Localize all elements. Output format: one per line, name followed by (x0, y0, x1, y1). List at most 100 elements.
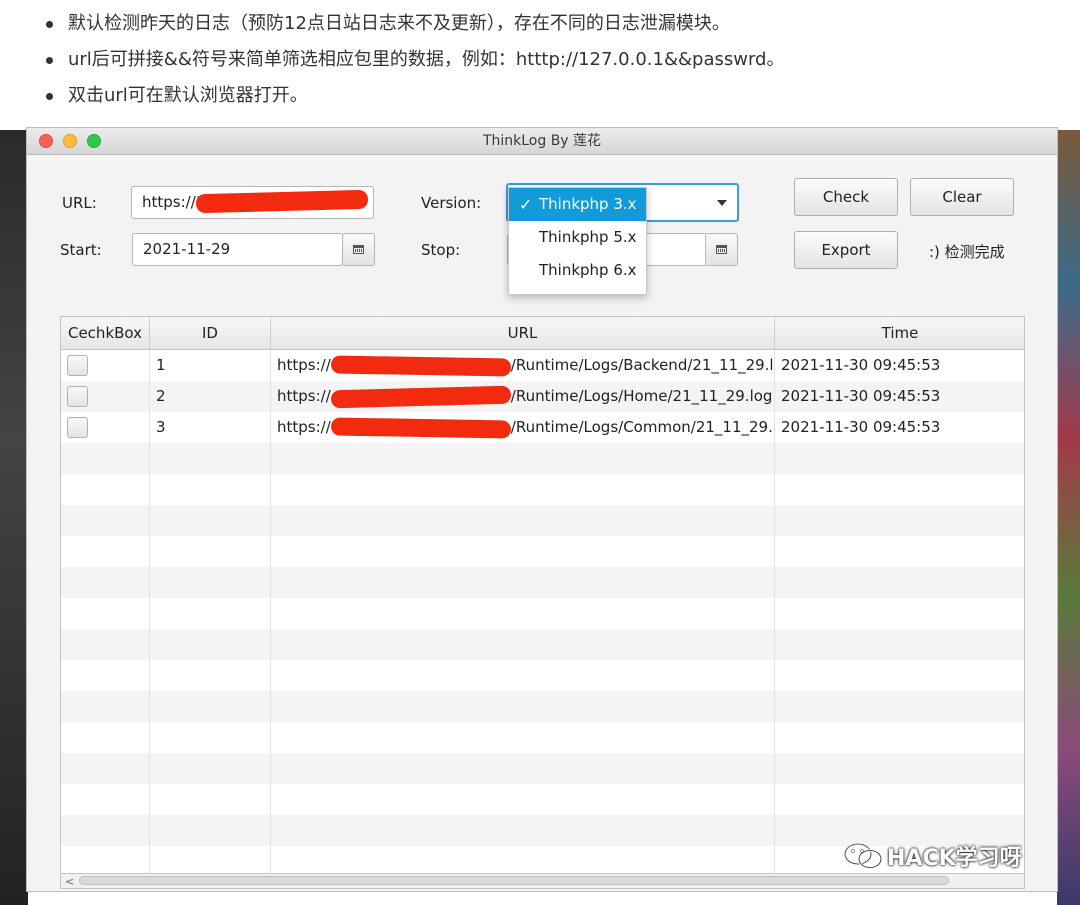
url-label: URL: (62, 194, 97, 212)
row-checkbox[interactable] (67, 386, 88, 407)
id-cell (150, 753, 271, 784)
time-cell: 2021-11-30 09:45:53 (775, 381, 1024, 412)
table-body: 1 https:// /Runtime/Logs/Backend/21_11_29.… (61, 350, 1024, 873)
time-cell (775, 722, 1024, 753)
url-cell (271, 753, 775, 784)
row-id: 1 (156, 356, 166, 374)
id-cell (150, 629, 271, 660)
row-url-prefix: https:// (277, 356, 331, 374)
row-checkbox[interactable] (67, 355, 88, 376)
check-button[interactable]: Check (794, 178, 898, 216)
horizontal-scrollbar[interactable]: < (60, 874, 1025, 889)
url-cell[interactable]: https:// /Runtime/Logs/Common/21_11_29.lo… (271, 412, 775, 443)
row-url-suffix: /Runtime/Logs/Backend/21_11_29.log (510, 356, 775, 374)
time-cell (775, 784, 1024, 815)
bullet-text: 默认检测昨天的日志（预防12点日站日志来不及更新），存在不同的日志泄漏模块。 (68, 13, 730, 34)
table-row[interactable]: 2 https:// /Runtime/Logs/Home/21_11_29.log… (61, 381, 1024, 412)
row-checkbox[interactable] (67, 417, 88, 438)
id-cell (150, 815, 271, 846)
scrollbar-thumb[interactable] (79, 876, 949, 885)
table-header: CechkBox ID URL Time (61, 317, 1024, 350)
id-cell (150, 567, 271, 598)
id-cell (150, 474, 271, 505)
column-header-checkbox[interactable]: CechkBox (61, 317, 150, 349)
row-id: 2 (156, 387, 166, 405)
id-cell (150, 598, 271, 629)
row-url-suffix: /Runtime/Logs/Home/21_11_29.log (510, 387, 773, 405)
id-cell (150, 722, 271, 753)
id-cell (150, 784, 271, 815)
table-row-empty (61, 660, 1024, 691)
time-cell (775, 598, 1024, 629)
version-option-label: Thinkphp 5.x (539, 228, 637, 246)
calendar-icon (353, 245, 364, 254)
start-date-input[interactable]: 2021-11-29 (132, 233, 343, 266)
checkbox-cell (61, 784, 150, 815)
row-url-suffix: /Runtime/Logs/Common/21_11_29.log (510, 418, 775, 436)
export-button[interactable]: Export (794, 231, 898, 269)
table-row-empty (61, 598, 1024, 629)
time-cell (775, 567, 1024, 598)
url-cell[interactable]: https:// /Runtime/Logs/Backend/21_11_29.l… (271, 350, 775, 381)
time-cell: 2021-11-30 09:45:53 (775, 350, 1024, 381)
table-row-empty (61, 536, 1024, 567)
url-cell (271, 691, 775, 722)
table-row-empty (61, 474, 1024, 505)
version-option[interactable]: Thinkphp 5.x (509, 221, 646, 254)
checkmark-icon: ✓ (519, 195, 533, 214)
url-cell (271, 629, 775, 660)
version-option[interactable]: ✓ Thinkphp 3.x (509, 188, 646, 221)
time-cell (775, 474, 1024, 505)
table-row-empty (61, 722, 1024, 753)
url-redaction (330, 416, 511, 439)
window-title: ThinkLog By 莲花 (482, 133, 602, 149)
desktop-edge-right (1057, 130, 1080, 905)
checkbox-cell (61, 660, 150, 691)
table-row-empty (61, 567, 1024, 598)
table-row[interactable]: 1 https:// /Runtime/Logs/Backend/21_11_29.… (61, 350, 1024, 381)
stop-label: Stop: (421, 241, 461, 259)
status-text: :) 检测完成 (929, 243, 1005, 261)
time-cell (775, 691, 1024, 722)
row-url-prefix: https:// (277, 387, 331, 405)
url-cell (271, 505, 775, 536)
url-cell (271, 784, 775, 815)
column-header-url[interactable]: URL (271, 317, 775, 349)
app-window: ThinkLog By 莲花 URL: https://16 Start: 20… (26, 127, 1058, 892)
url-cell (271, 815, 775, 846)
version-option-label: Thinkphp 3.x (539, 195, 637, 213)
scroll-left-arrow-icon[interactable]: < (65, 875, 74, 888)
calendar-icon (716, 245, 727, 254)
version-option[interactable]: Thinkphp 6.x (509, 254, 646, 287)
article-bullet: url后可拼接&&符号来简单筛选相应包里的数据，例如：htttp://127.0… (40, 42, 784, 78)
column-header-id[interactable]: ID (150, 317, 271, 349)
clear-button[interactable]: Clear (910, 178, 1014, 216)
results-table: CechkBox ID URL Time 1 https:// /Runtime/L… (60, 316, 1025, 874)
id-cell (150, 691, 271, 722)
url-cell[interactable]: https:// /Runtime/Logs/Home/21_11_29.log (271, 381, 775, 412)
checkbox-cell (61, 629, 150, 660)
row-id: 3 (156, 418, 166, 436)
table-row[interactable]: 3 https:// /Runtime/Logs/Common/21_11_29.l… (61, 412, 1024, 443)
table-row-empty (61, 505, 1024, 536)
time-cell (775, 536, 1024, 567)
checkbox-cell (61, 846, 150, 873)
checkbox-cell (61, 691, 150, 722)
table-row-empty (61, 691, 1024, 722)
bullet-dot-icon (46, 21, 53, 28)
start-date-picker-button[interactable] (342, 233, 375, 266)
checkbox-cell (61, 567, 150, 598)
version-label: Version: (421, 194, 482, 212)
watermark: HACK学习呀 (843, 840, 1022, 872)
stop-date-picker-button[interactable] (705, 233, 738, 266)
checkbox-cell (61, 815, 150, 846)
checkbox-cell (61, 722, 150, 753)
title-bar[interactable]: ThinkLog By 莲花 (27, 128, 1057, 155)
wechat-icon (843, 842, 883, 870)
time-cell (775, 753, 1024, 784)
time-cell (775, 629, 1024, 660)
row-time: 2021-11-30 09:45:53 (781, 356, 941, 374)
checkbox-cell (61, 381, 150, 412)
article-bullet-list: 默认检测昨天的日志（预防12点日站日志来不及更新），存在不同的日志泄漏模块。 u… (40, 6, 784, 114)
column-header-time[interactable]: Time (775, 317, 1024, 349)
